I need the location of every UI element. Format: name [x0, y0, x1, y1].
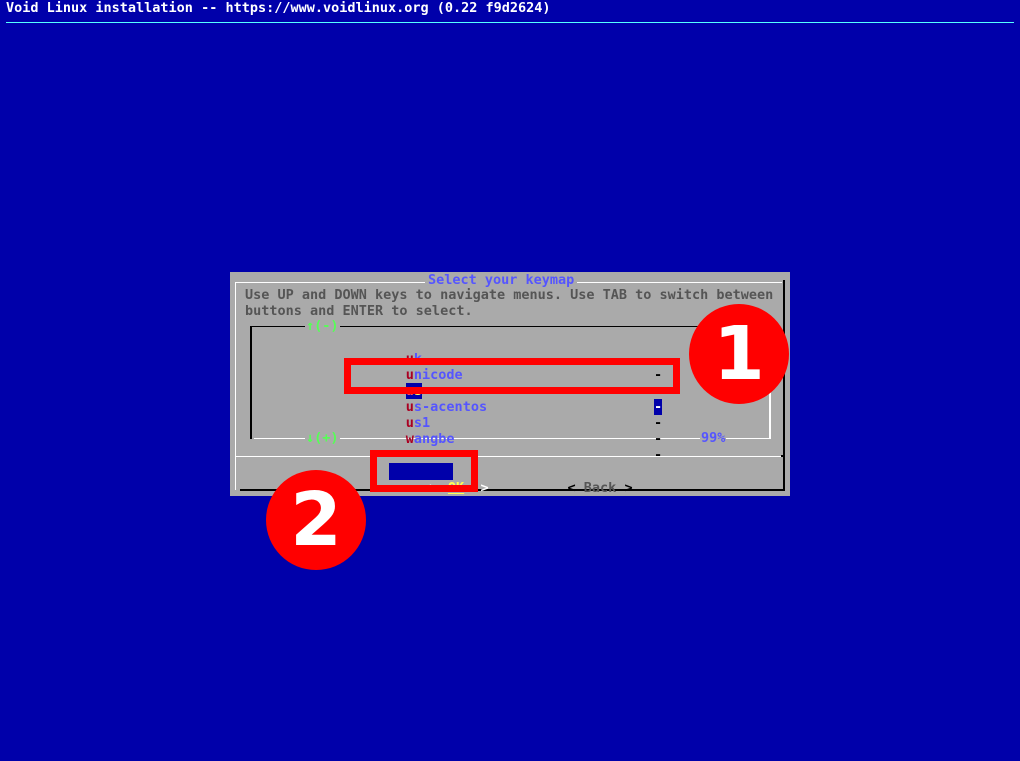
dialog-border-left — [235, 282, 236, 490]
list-item-uk[interactable]: uk - — [357, 335, 662, 383]
button-separator — [235, 456, 783, 457]
dialog-border-right — [783, 280, 785, 491]
button-separator-edge — [781, 455, 785, 457]
item-hotkey: w — [405, 431, 414, 447]
dialog-prompt: Use UP and DOWN keys to navigate menus. … — [245, 287, 774, 319]
item-label: angbe — [413, 431, 455, 447]
dialog-title: Select your keymap — [425, 272, 578, 288]
highlight-ok-button — [370, 450, 478, 492]
scroll-percent: 99% — [700, 430, 727, 446]
list-item-wangbe[interactable]: wangbe - — [357, 415, 662, 463]
bracket-right: > — [624, 480, 633, 496]
step-badge-1: 1 — [689, 304, 789, 404]
back-label: Back — [583, 480, 617, 496]
title-divider — [6, 22, 1014, 23]
window-title: Void Linux installation -- https://www.v… — [6, 0, 551, 16]
list-border-left — [250, 326, 252, 439]
item-description: - — [654, 447, 663, 463]
item-description: - — [654, 431, 663, 447]
bracket-left: < — [567, 480, 576, 496]
highlight-selected-item — [344, 358, 680, 394]
bracket-right: > — [480, 480, 489, 496]
list-item-us1[interactable]: us1 - — [357, 399, 662, 447]
back-button[interactable]: < Back > — [533, 463, 635, 496]
step-badge-2: 2 — [266, 470, 366, 570]
scroll-down-indicator[interactable]: ↓(+) — [305, 430, 340, 446]
scroll-up-indicator[interactable]: ↑(-) — [305, 318, 340, 334]
